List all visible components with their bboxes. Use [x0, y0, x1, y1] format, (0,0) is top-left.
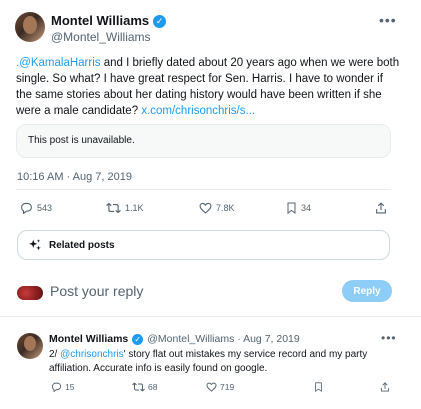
share-icon — [376, 202, 386, 214]
repost-count: 1.1K — [125, 203, 144, 213]
post-thread: Montel Williams ✓ @Montel_Williams ••• .… — [0, 0, 421, 409]
like-action[interactable]: 7.8K — [199, 202, 235, 214]
reply-text: 2/ @chrisonchris' story flat out mistake… — [49, 348, 401, 376]
reply-button[interactable]: Reply — [342, 280, 392, 302]
divider — [16, 189, 391, 190]
action-bar: 543 1.1K 7.8K 34 — [16, 197, 391, 219]
share-icon — [380, 382, 390, 392]
repost-icon — [132, 382, 145, 392]
reply-reply-action[interactable]: 15 — [51, 382, 74, 392]
reply-like-action[interactable]: 719 — [206, 382, 234, 392]
related-posts-label: Related posts — [49, 239, 115, 251]
heart-icon — [199, 202, 212, 214]
author-name-row[interactable]: Montel Williams ✓ — [51, 13, 167, 29]
more-icon[interactable]: ••• — [379, 12, 397, 28]
bookmark-icon — [315, 382, 322, 392]
reply-author-name[interactable]: Montel Williams — [49, 333, 128, 345]
repost-action[interactable]: 1.1K — [106, 202, 144, 214]
reply-repost-action[interactable]: 68 — [132, 382, 157, 392]
verified-badge-icon: ✓ — [132, 333, 144, 345]
reply-mention-link[interactable]: @chrisonchris — [60, 349, 124, 360]
like-count: 7.8K — [216, 203, 235, 213]
reply-more-icon[interactable]: ••• — [381, 331, 397, 345]
repost-icon — [106, 202, 121, 214]
quoted-post-card: This post is unavailable. — [16, 124, 391, 158]
current-user-avatar — [17, 286, 43, 300]
bookmark-count: 34 — [301, 203, 312, 213]
reply-action[interactable]: 543 — [20, 202, 52, 214]
reply-icon — [21, 202, 32, 214]
reply-text-prefix: 2/ — [49, 349, 61, 360]
reply-header: Montel Williams ✓ @Montel_Williams · Aug… — [49, 333, 300, 345]
divider — [0, 316, 421, 317]
reply-reply-count: 15 — [65, 382, 75, 392]
reply-icon — [51, 382, 62, 392]
author-handle[interactable]: @Montel_Williams — [51, 30, 151, 44]
avatar[interactable] — [15, 12, 45, 42]
reply-share-action[interactable] — [380, 382, 390, 392]
bookmark-icon — [287, 202, 296, 214]
author-name[interactable]: Montel Williams — [51, 13, 149, 29]
reply-count: 543 — [37, 203, 53, 213]
post-timestamp[interactable]: 10:16 AM · Aug 7, 2019 — [17, 171, 132, 183]
verified-badge-icon: ✓ — [153, 14, 167, 28]
quote-unavailable-text: This post is unavailable. — [28, 135, 135, 146]
main-post: Montel Williams ✓ @Montel_Williams ••• .… — [0, 0, 421, 286]
bookmark-action[interactable]: 34 — [286, 202, 311, 214]
reply-action-bar: 15 68 719 — [49, 382, 394, 396]
post-text: .@KamalaHarris and I briefly dated about… — [16, 55, 400, 119]
share-action[interactable] — [375, 202, 387, 214]
heart-icon — [206, 382, 217, 392]
reply-input[interactable]: Post your reply — [50, 283, 143, 299]
reply-repost-count: 68 — [148, 382, 158, 392]
mention-link[interactable]: .@KamalaHarris — [16, 57, 101, 69]
sparkle-icon — [29, 239, 41, 251]
reply-like-count: 719 — [220, 382, 235, 392]
reply-bookmark-action[interactable] — [314, 382, 323, 392]
reply-handle-date[interactable]: @Montel_Williams · Aug 7, 2019 — [147, 333, 299, 345]
related-posts-card[interactable]: Related posts — [17, 230, 390, 260]
reply-avatar[interactable] — [17, 333, 43, 359]
post-url-link[interactable]: x.com/chrisonchris/s... — [141, 105, 255, 117]
